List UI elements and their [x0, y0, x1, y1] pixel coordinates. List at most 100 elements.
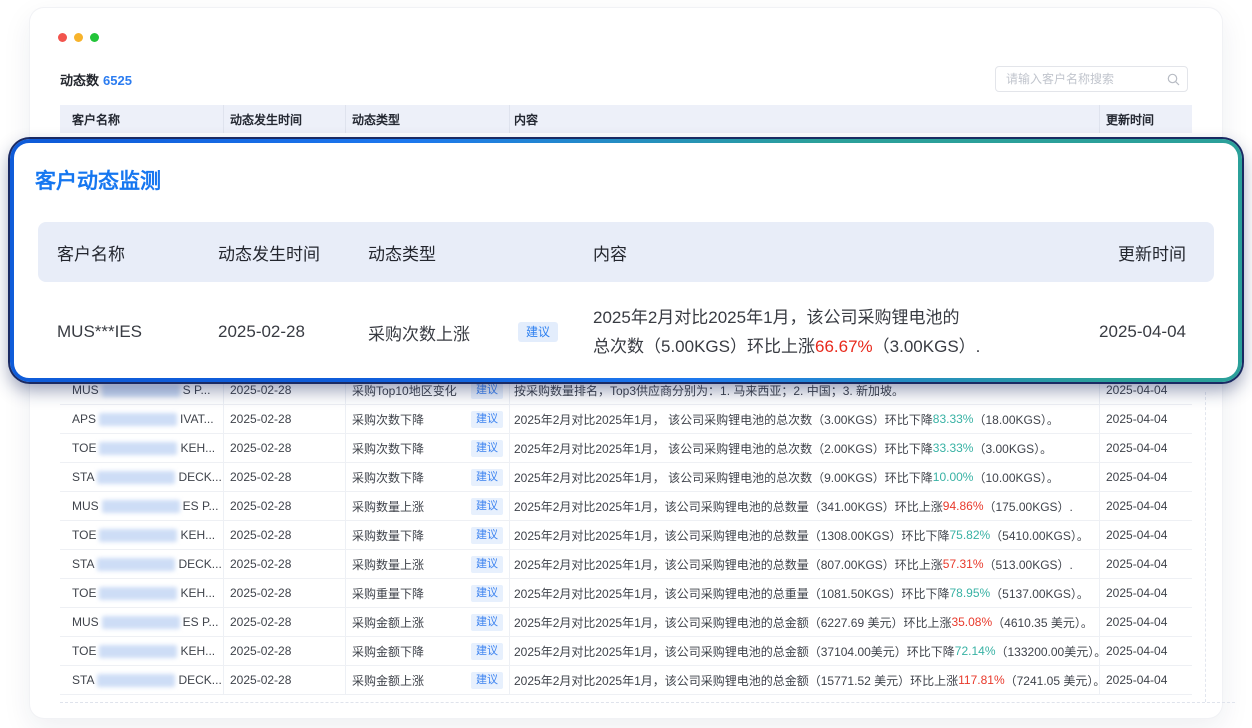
- event-type: 采购Top10地区变化: [352, 382, 457, 399]
- redacted-name-blur: [99, 587, 177, 600]
- event-content: 2025年2月对比2025年1月，该公司采购锂电池的总金额（37104.00美元…: [510, 637, 1100, 665]
- content-suffix: （18.00KGS）。: [973, 411, 1058, 428]
- spotlight-event-type: 采购次数上涨: [368, 320, 470, 345]
- spotlight-content-line2-prefix: 总次数（5.00KGS）环比上涨: [593, 337, 815, 356]
- customer-name-link[interactable]: STA DECK...: [60, 666, 224, 694]
- customer-name-link[interactable]: STADECK...: [60, 550, 224, 578]
- redacted-name-blur: [102, 616, 180, 629]
- customer-name-prefix: STA: [72, 673, 94, 687]
- content-suffix: （3.00KGS）。: [973, 440, 1052, 457]
- customer-name-prefix: TOE: [72, 441, 96, 455]
- dynamics-count-label: 动态数: [60, 73, 99, 88]
- customer-name-link[interactable]: MUSES P...: [60, 492, 224, 520]
- content-prefix: 2025年2月对比2025年1月，该公司采购锂电池的总数量（1308.00KGS…: [514, 527, 949, 544]
- event-type: 采购金额下降: [352, 643, 424, 660]
- content-percent: 94.86%: [943, 499, 984, 513]
- header-update-time: 更新时间: [1100, 105, 1192, 133]
- content-suffix: （4610.35 美元）。: [992, 614, 1093, 631]
- table-row[interactable]: MUSES P... 2025-02-28 采购金额上涨 建议 2025年2月对…: [60, 608, 1192, 637]
- spotlight-row: MUS***IES 2025-02-28 采购次数上涨 建议 2025年2月对比…: [38, 286, 1214, 378]
- redacted-name-blur: [99, 529, 177, 542]
- content-percent: 83.33%: [933, 412, 974, 426]
- table-row[interactable]: MUSES P... 2025-02-28 采购数量上涨 建议 2025年2月对…: [60, 492, 1192, 521]
- redacted-name-blur: [99, 413, 177, 426]
- table-row[interactable]: STADECK... 2025-02-28 采购金额上涨 建议 2025年2月对…: [60, 666, 1192, 695]
- header-customer-name: 客户名称: [60, 105, 224, 133]
- suggestion-badge: 建议: [471, 498, 503, 515]
- redacted-name-blur: [102, 500, 180, 513]
- redacted-name-blur: [97, 674, 175, 687]
- customer-name-prefix: TOE: [72, 586, 96, 600]
- table-row[interactable]: APSIVAT... 2025-02-28 采购次数下降 建议 2025年2月对…: [60, 405, 1192, 434]
- event-date: 2025-02-28: [224, 550, 346, 578]
- update-date: 2025-04-04: [1100, 608, 1192, 636]
- content-suffix: （5410.00KGS）。: [990, 527, 1089, 544]
- event-date: 2025-02-28: [224, 463, 346, 491]
- customer-name-link[interactable]: TOEKEH...: [60, 434, 224, 462]
- customer-name-suffix: DECK...: [178, 470, 221, 484]
- content-percent: 35.08%: [951, 615, 992, 629]
- suggestion-badge: 建议: [471, 672, 503, 689]
- table-row[interactable]: TOEKEH... 2025-02-28 采购金额下降 建议 2025年2月对比…: [60, 637, 1192, 666]
- customer-name-link[interactable]: TOEKEH...: [60, 637, 224, 665]
- event-date: 2025-02-28: [224, 492, 346, 520]
- event-date: 2025-02-28: [224, 579, 346, 607]
- update-date: 2025-04-04: [1100, 637, 1192, 665]
- redacted-name-blur: [99, 442, 177, 455]
- table-row[interactable]: TOEKEH... 2025-02-28 采购数量下降 建议 2025年2月对比…: [60, 521, 1192, 550]
- content-prefix: 2025年2月对比2025年1月， 该公司采购锂电池的总次数（3.00KGS）环…: [514, 411, 933, 428]
- event-content: 2025年2月对比2025年1月，该公司采购锂电池的总数量（1308.00KGS…: [510, 521, 1100, 549]
- suggestion-badge: 建议: [471, 382, 503, 399]
- event-type: 采购数量下降: [352, 527, 424, 544]
- content-prefix: 2025年2月对比2025年1月，该公司采购锂电池的总数量（341.00KGS）…: [514, 498, 943, 515]
- customer-name-suffix: ES P...: [183, 615, 219, 629]
- spotlight-customer-name[interactable]: MUS***IES: [57, 322, 218, 342]
- event-date: 2025-02-28: [224, 521, 346, 549]
- table-body: MUSS P... 2025-02-28 采购Top10地区变化 建议 按采购数…: [60, 376, 1192, 695]
- customer-name-suffix: DECK...: [178, 673, 221, 687]
- update-date: 2025-04-04: [1100, 550, 1192, 578]
- search-box[interactable]: [995, 66, 1188, 92]
- redacted-name-blur: [97, 471, 175, 484]
- update-date: 2025-04-04: [1100, 434, 1192, 462]
- content-percent: 33.33%: [933, 441, 974, 455]
- content-suffix: （513.00KGS）.: [984, 556, 1073, 573]
- content-right-divider: [1205, 392, 1206, 702]
- table-row[interactable]: TOEKEH... 2025-02-28 采购次数下降 建议 2025年2月对比…: [60, 434, 1192, 463]
- redacted-name-blur: [97, 558, 175, 571]
- customer-name-link[interactable]: APSIVAT...: [60, 405, 224, 433]
- minimize-window-icon[interactable]: [74, 33, 83, 42]
- customer-name-link[interactable]: STADECK...: [60, 463, 224, 491]
- customer-name-link[interactable]: TOEKEH...: [60, 579, 224, 607]
- redacted-name-blur: [99, 645, 177, 658]
- table-row[interactable]: STADECK... 2025-02-28 采购数量上涨 建议 2025年2月对…: [60, 550, 1192, 579]
- content-prefix: 按采购数量排名，Top3供应商分别为：1. 马来西亚；2. 中国；3. 新加坡。: [514, 382, 904, 399]
- customer-name-prefix: APS: [72, 412, 96, 426]
- customer-name-link[interactable]: TOEKEH...: [60, 521, 224, 549]
- table-row[interactable]: STADECK... 2025-02-28 采购次数下降 建议 2025年2月对…: [60, 463, 1192, 492]
- suggestion-badge: 建议: [471, 527, 503, 544]
- event-type: 采购重量下降: [352, 585, 424, 602]
- spotlight-update-date: 2025-04-04: [1069, 322, 1214, 342]
- suggestion-badge: 建议: [471, 411, 503, 428]
- spotlight-content-line1: 2025年2月对比2025年1月，该公司采购锂电池的: [593, 308, 960, 327]
- table-row[interactable]: TOEKEH... 2025-02-28 采购重量下降 建议 2025年2月对比…: [60, 579, 1192, 608]
- customer-dynamics-spotlight-card: 客户动态监测 客户名称 动态发生时间 动态类型 内容 更新时间 MUS***IE…: [10, 139, 1242, 382]
- search-icon[interactable]: [1167, 73, 1180, 86]
- search-input[interactable]: [996, 72, 1167, 86]
- event-type: 采购金额上涨: [352, 672, 424, 689]
- update-date: 2025-04-04: [1100, 666, 1192, 694]
- spotlight-header-event-type: 动态类型: [368, 240, 593, 265]
- event-date: 2025-02-28: [224, 434, 346, 462]
- close-window-icon[interactable]: [58, 33, 67, 42]
- suggestion-badge: 建议: [471, 643, 503, 660]
- header-event-time: 动态发生时间: [224, 105, 346, 133]
- content-suffix: （175.00KGS）.: [984, 498, 1073, 515]
- event-type: 采购次数下降: [352, 469, 424, 486]
- redacted-name-blur: [102, 384, 180, 397]
- content-percent: 72.14%: [955, 644, 996, 658]
- spotlight-content: 2025年2月对比2025年1月，该公司采购锂电池的 总次数（5.00KGS）环…: [593, 303, 1069, 361]
- content-percent: 57.31%: [943, 557, 984, 571]
- maximize-window-icon[interactable]: [90, 33, 99, 42]
- customer-name-link[interactable]: MUSES P...: [60, 608, 224, 636]
